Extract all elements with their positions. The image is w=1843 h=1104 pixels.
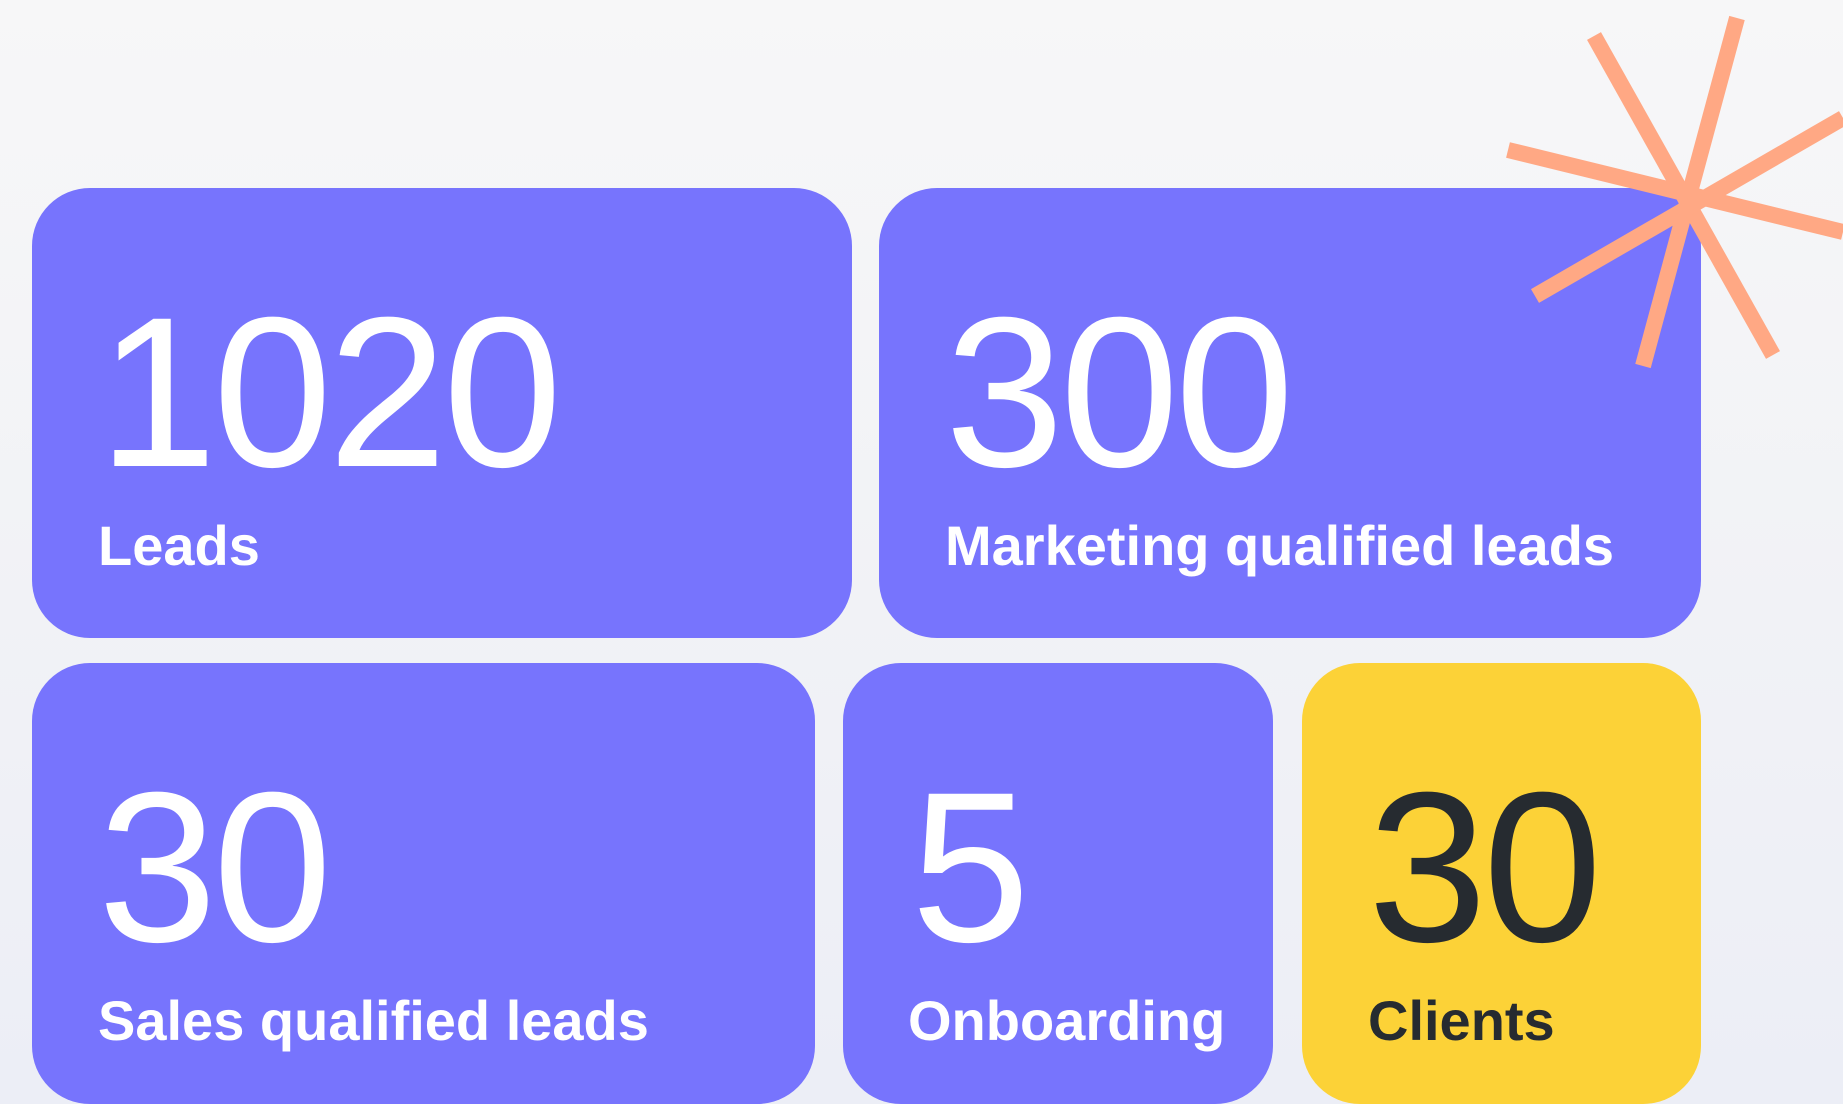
stat-card-clients: 30 Clients — [1302, 663, 1701, 1104]
stat-label-marketing-qualified-leads: Marketing qualified leads — [945, 514, 1615, 577]
stat-label-clients: Clients — [1368, 989, 1555, 1052]
stat-value-marketing-qualified-leads: 300 — [945, 273, 1294, 512]
stat-label-leads: Leads — [98, 514, 260, 577]
stat-card-onboarding: 5 Onboarding — [843, 663, 1273, 1104]
stat-label-sales-qualified-leads: Sales qualified leads — [98, 989, 649, 1052]
stat-card-sales-qualified-leads: 30 Sales qualified leads — [32, 663, 815, 1104]
stat-value-leads: 1020 — [98, 273, 562, 512]
stat-card-marketing-qualified-leads: 300 Marketing qualified leads — [879, 188, 1701, 638]
stat-label-onboarding: Onboarding — [908, 989, 1226, 1052]
stat-value-onboarding: 5 — [911, 748, 1030, 987]
stat-card-leads: 1020 Leads — [32, 188, 852, 638]
stat-value-sales-qualified-leads: 30 — [98, 748, 332, 987]
stat-value-clients: 30 — [1368, 748, 1602, 987]
